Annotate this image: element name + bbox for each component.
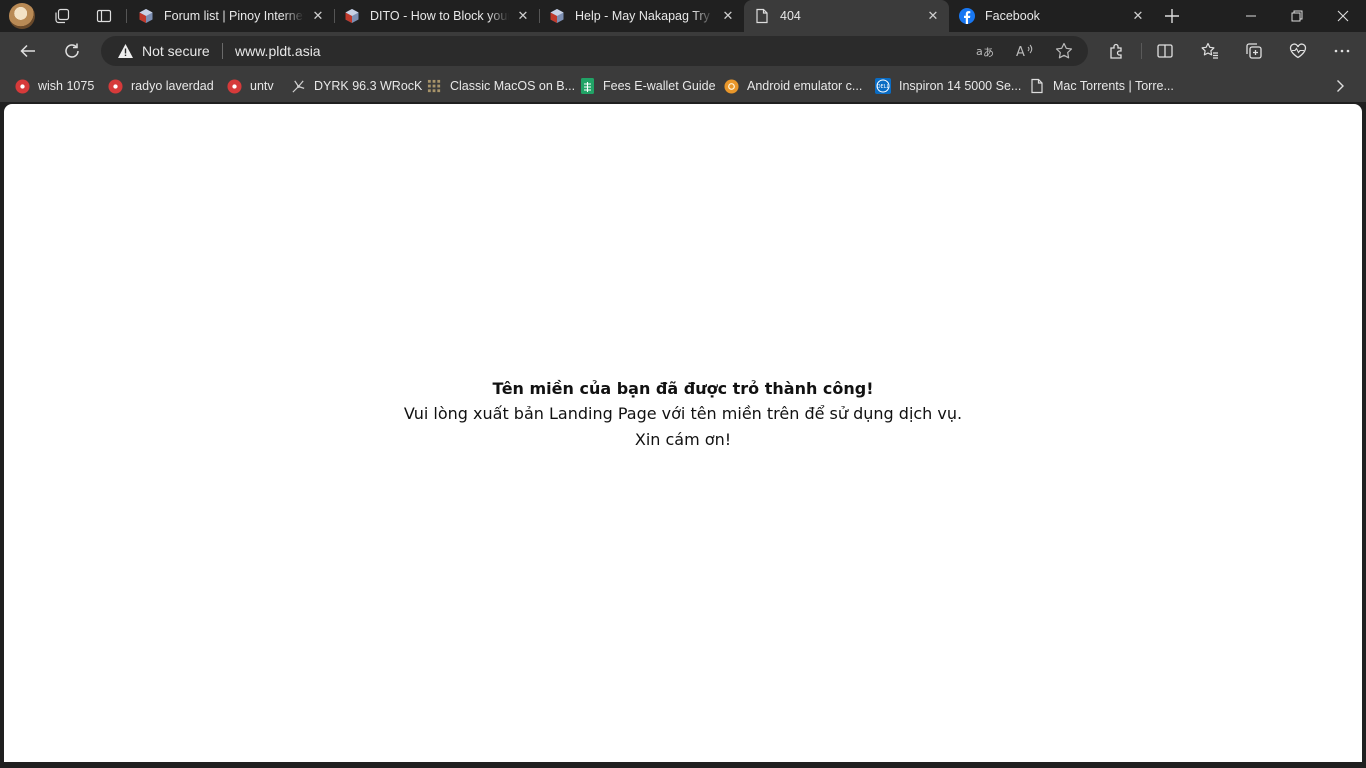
bookmark-inspiron[interactable]: DELL Inspiron 14 5000 Se...: [875, 77, 1021, 95]
workspaces-icon[interactable]: [50, 4, 74, 28]
red-radio-icon: [14, 78, 30, 94]
sheets-icon: [579, 78, 595, 94]
close-window-button[interactable]: [1320, 0, 1366, 32]
bookmark-label: Android emulator c...: [747, 79, 863, 93]
favorite-star-icon[interactable]: [1052, 39, 1076, 63]
grid-icon: [426, 78, 442, 94]
more-menu-icon[interactable]: [1328, 37, 1356, 65]
warning-icon[interactable]: [117, 43, 134, 59]
bookmark-label: DYRK 96.3 WRocK: [314, 79, 423, 93]
red-radio-icon: [107, 78, 123, 94]
security-label[interactable]: Not secure: [142, 43, 210, 59]
new-tab-button[interactable]: [1160, 4, 1184, 28]
tab-title: Facebook: [985, 9, 1040, 23]
orange-circle-icon: [723, 78, 739, 94]
pinoy-forum-icon: [344, 8, 360, 24]
page-message: Tên miền của bạn đã được trỏ thành công!…: [4, 376, 1362, 453]
close-icon[interactable]: ✕: [1128, 6, 1148, 26]
collections-icon[interactable]: [1240, 37, 1268, 65]
bookmarks-bar: wish 1075 radyo laverdad untv DYRK 96.3 …: [0, 70, 1366, 102]
bookmark-label: wish 1075: [38, 79, 95, 93]
back-button[interactable]: [14, 37, 42, 65]
url-text[interactable]: www.pldt.asia: [235, 43, 321, 59]
minimize-button[interactable]: [1228, 0, 1274, 32]
refresh-button[interactable]: [58, 37, 86, 65]
svg-text:あ: あ: [983, 46, 994, 59]
bookmark-label: untv: [250, 79, 274, 93]
bookmark-wish-1075[interactable]: wish 1075: [14, 77, 94, 95]
red-radio-icon: [226, 78, 242, 94]
tab-strip: Forum list | Pinoy Internet and Technolo…: [0, 0, 1366, 32]
page-thanks: Xin cám ơn!: [634, 430, 732, 449]
page-icon: [1029, 78, 1045, 94]
tab-forum-list[interactable]: Forum list | Pinoy Internet and Technolo…: [128, 0, 334, 32]
tab-title: DITO - How to Block your Phone: [370, 9, 509, 23]
bookmark-label: radyo laverdad: [131, 79, 214, 93]
bookmark-classic-macos[interactable]: Classic MacOS on B...: [426, 77, 575, 95]
browser-toolbar: Not secure www.pldt.asia aあ A: [0, 32, 1366, 70]
pinoy-forum-icon: [138, 8, 154, 24]
close-icon[interactable]: ✕: [923, 6, 943, 26]
address-bar[interactable]: Not secure www.pldt.asia aあ A: [101, 36, 1088, 66]
profile-avatar[interactable]: [9, 3, 35, 29]
tab-title: 404: [780, 9, 801, 23]
svg-text:DELL: DELL: [877, 84, 890, 90]
tab-title: Help - May Nakapag Try na?: [575, 9, 714, 23]
bookmarks-overflow-chevron-icon[interactable]: [1330, 77, 1350, 95]
signal-icon: [290, 78, 306, 94]
dell-icon: DELL: [875, 78, 891, 94]
tab-title: Forum list | Pinoy Internet and Technolo…: [164, 9, 304, 23]
window-bottom-edge: [0, 762, 1366, 768]
extensions-icon[interactable]: [1103, 37, 1131, 65]
read-aloud-icon[interactable]: A: [1013, 39, 1037, 63]
bookmark-radyo-laverdad[interactable]: radyo laverdad: [107, 77, 214, 95]
facebook-icon: [959, 8, 975, 24]
tab-actions-icon[interactable]: [92, 4, 116, 28]
bookmark-android-emulator[interactable]: Android emulator c...: [723, 77, 862, 95]
address-divider: [222, 43, 223, 59]
bookmark-label: Classic MacOS on B...: [450, 79, 576, 93]
bookmark-dyrk[interactable]: DYRK 96.3 WRocK: [290, 77, 422, 95]
tab-facebook[interactable]: Facebook ✕: [949, 0, 1154, 32]
pinoy-forum-icon: [549, 8, 565, 24]
bookmark-label: Inspiron 14 5000 Se...: [899, 79, 1022, 93]
close-icon[interactable]: ✕: [718, 6, 738, 26]
close-icon[interactable]: ✕: [308, 6, 328, 26]
bookmark-label: Mac Torrents | Torre...: [1053, 79, 1174, 93]
translate-icon[interactable]: aあ: [973, 39, 997, 63]
performance-heart-icon[interactable]: [1284, 37, 1312, 65]
page-icon: [754, 8, 770, 24]
tab-404-active[interactable]: 404 ✕: [744, 0, 949, 32]
bookmark-label: Fees E-wallet Guide: [603, 79, 716, 93]
page-viewport: Tên miền của bạn đã được trỏ thành công!…: [4, 104, 1362, 762]
bookmark-mac-torrents[interactable]: Mac Torrents | Torre...: [1029, 77, 1174, 95]
bookmark-untv[interactable]: untv: [226, 77, 274, 95]
page-instruction: Vui lòng xuất bản Landing Page với tên m…: [403, 404, 963, 423]
split-screen-icon[interactable]: [1151, 37, 1179, 65]
svg-text:A: A: [1016, 45, 1025, 59]
tab-dito-block[interactable]: DITO - How to Block your Phone ✕: [334, 0, 539, 32]
tab-help-nakapag-try[interactable]: Help - May Nakapag Try na? ✕: [539, 0, 744, 32]
close-icon[interactable]: ✕: [513, 6, 533, 26]
favorites-icon[interactable]: [1196, 37, 1224, 65]
bookmark-fees-ewallet[interactable]: Fees E-wallet Guide: [579, 77, 716, 95]
toolbar-separator: [1141, 43, 1142, 59]
tab-separator: [126, 9, 127, 23]
page-title: Tên miền của bạn đã được trỏ thành công!: [492, 379, 874, 398]
svg-text:a: a: [976, 45, 983, 58]
restore-button[interactable]: [1274, 0, 1320, 32]
